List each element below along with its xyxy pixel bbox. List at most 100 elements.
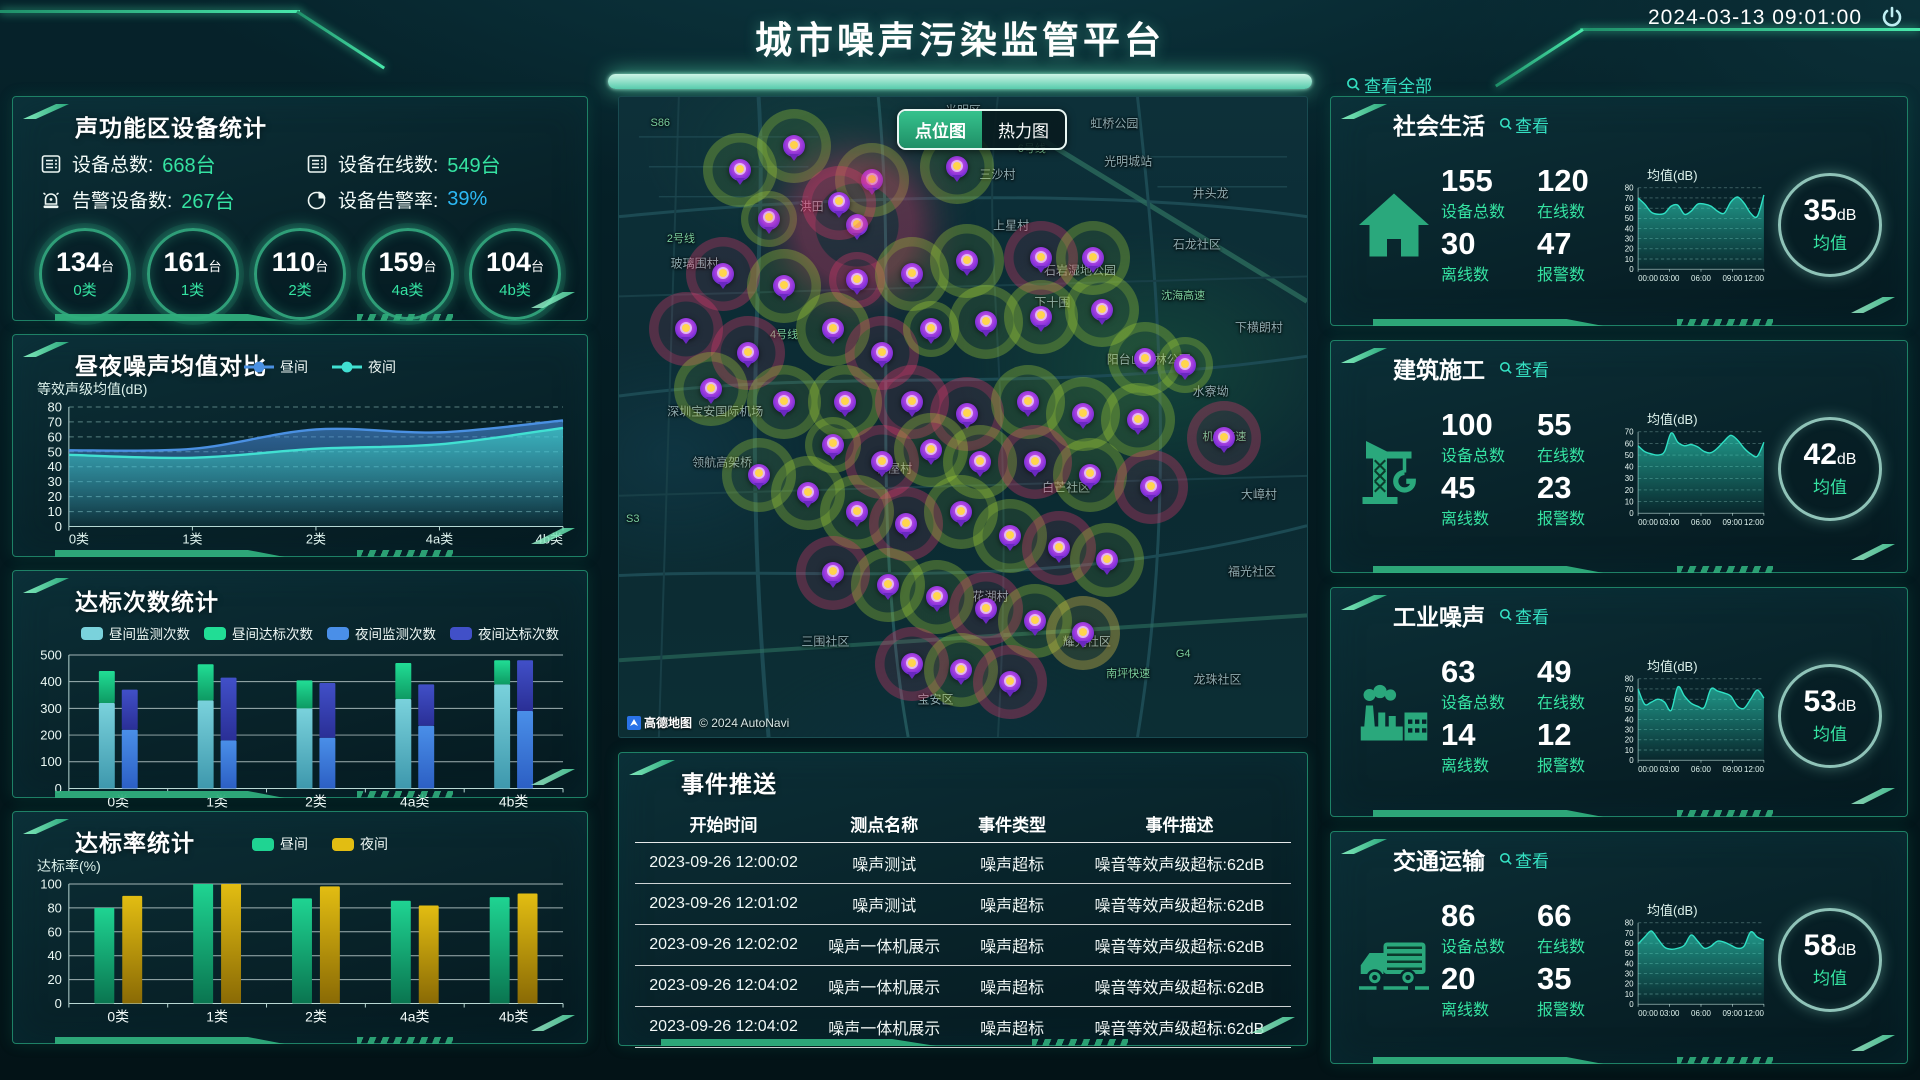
- svg-text:10: 10: [1625, 746, 1634, 755]
- svg-text:03:00: 03:00: [1660, 766, 1680, 775]
- y-axis-label: 均值(dB): [1647, 900, 1769, 919]
- y-axis-label: 等效声级均值(dB): [37, 379, 571, 399]
- view-link[interactable]: 查看: [1499, 112, 1549, 137]
- legend-item[interactable]: 昼间监测次数: [81, 623, 190, 643]
- title-glow-strip: [608, 74, 1312, 89]
- device-icon: [305, 152, 329, 176]
- event-cell: 噪音等效声级超标:62dB: [1068, 892, 1291, 916]
- map-place-label: S86: [650, 117, 670, 129]
- city-map[interactable]: 光明区虹桥公园光明城站井头龙三沙村S86上星村洪田石龙社区石岩湿地公园玻璃围村2…: [618, 96, 1308, 738]
- svg-text:12:00: 12:00: [1744, 766, 1764, 775]
- map-pin-icon: [797, 482, 819, 504]
- map-copyright: © 2024 AutoNavi: [699, 716, 789, 730]
- view-all-link[interactable]: 查看全部: [1346, 72, 1432, 97]
- event-row: 2023-09-26 12:02:02噪声一体机展示噪声超标噪音等效声级超标:6…: [635, 925, 1291, 966]
- legend-label: 昼间达标次数: [232, 623, 313, 643]
- power-icon[interactable]: [1880, 5, 1904, 34]
- legend-item[interactable]: 夜间监测次数: [327, 623, 436, 643]
- noise-monitor-marker[interactable]: [802, 166, 876, 240]
- map-mode-button[interactable]: 热力图: [982, 111, 1065, 148]
- legend-item[interactable]: 夜间: [332, 834, 388, 854]
- noise-monitor-marker[interactable]: [741, 191, 797, 247]
- event-cell: 噪声超标: [956, 851, 1068, 875]
- svg-text:60: 60: [1625, 695, 1634, 704]
- noise-monitor-marker[interactable]: [973, 645, 1047, 719]
- noise-monitor-marker[interactable]: [1157, 337, 1213, 393]
- noise-monitor-marker[interactable]: [1070, 523, 1144, 597]
- legend-item[interactable]: 昼间达标次数: [204, 623, 313, 643]
- svg-text:80: 80: [1625, 919, 1634, 928]
- svg-text:10: 10: [1625, 990, 1634, 999]
- event-cell: 噪声超标: [956, 1015, 1068, 1039]
- map-pin-icon: [773, 275, 795, 297]
- total-count: 100: [1441, 409, 1523, 442]
- online-count: 55: [1537, 409, 1619, 442]
- event-cell: 噪声一体机展示: [812, 974, 956, 998]
- legend-item[interactable]: 夜间达标次数: [450, 623, 559, 643]
- industry-panel: 工业噪声 查看 63设备总数 49在线数 14离线数 12报警数 均值(dB): [1330, 587, 1908, 817]
- average-label: 均值: [1813, 720, 1847, 745]
- legend-swatch: [204, 627, 226, 640]
- svg-text:20: 20: [1625, 980, 1634, 989]
- panel-stats: 100设备总数 55在线数 45离线数 23报警数: [1441, 409, 1619, 528]
- svg-text:500: 500: [40, 647, 62, 662]
- svg-text:100: 100: [40, 754, 62, 769]
- map-pin-icon: [946, 156, 968, 178]
- view-link[interactable]: 查看: [1499, 356, 1549, 381]
- svg-text:2类: 2类: [306, 531, 326, 546]
- map-pin-icon: [846, 269, 868, 291]
- svg-text:60: 60: [47, 924, 61, 939]
- svg-text:30: 30: [1625, 235, 1634, 244]
- svg-text:4a类: 4a类: [426, 531, 453, 546]
- svg-text:50: 50: [1625, 214, 1634, 223]
- view-link[interactable]: 查看: [1499, 847, 1549, 872]
- mini-area-chart: 0102030405060708000:0003:0006:0009:0012:…: [1619, 919, 1769, 1019]
- left-column: 声功能区设备统计 设备总数:668台设备在线数:549台告警设备数:267台设备…: [12, 96, 588, 1078]
- map-pin-icon: [950, 659, 972, 681]
- noise-monitor-marker[interactable]: [1187, 401, 1261, 475]
- alarm-count: 12: [1537, 719, 1619, 752]
- event-cell: 噪声超标: [956, 974, 1068, 998]
- event-row: 2023-09-26 12:01:02噪声测试噪声超标噪音等效声级超标:62dB: [635, 884, 1291, 925]
- dec-hatch-decoration: [1677, 1057, 1773, 1064]
- stat-row: 设备告警率:39%: [305, 185, 571, 214]
- map-pin-icon: [975, 598, 997, 620]
- svg-text:20: 20: [1625, 486, 1634, 495]
- noise-monitor-marker[interactable]: [1114, 450, 1188, 524]
- header-line-right-diagonal: [1495, 28, 1584, 87]
- legend-item[interactable]: 昼间: [252, 834, 308, 854]
- y-axis-label: 均值(dB): [1647, 165, 1769, 184]
- map-mode-toggle: 点位图热力图: [897, 109, 1067, 150]
- svg-text:09:00: 09:00: [1723, 1010, 1743, 1019]
- event-cell: 噪声超标: [956, 933, 1068, 957]
- event-row: 2023-09-26 12:04:02噪声一体机展示噪声超标噪音等效声级超标:6…: [635, 966, 1291, 1007]
- map-place-label: 石龙社区: [1173, 236, 1221, 253]
- view-link[interactable]: 查看: [1499, 603, 1549, 628]
- counts-legend: 昼间监测次数 昼间达标次数夜间监测次数夜间达标次数: [69, 623, 571, 643]
- noise-monitor-marker[interactable]: [1046, 596, 1120, 670]
- panel-title: 工业噪声: [1393, 598, 1485, 632]
- svg-text:03:00: 03:00: [1660, 1010, 1680, 1019]
- noise-monitor-marker[interactable]: [674, 352, 748, 426]
- panel-title: 达标次数统计: [75, 583, 571, 617]
- map-pin-icon: [1082, 247, 1104, 269]
- map-pin-icon: [822, 562, 844, 584]
- svg-text:50: 50: [48, 444, 62, 459]
- svg-text:300: 300: [40, 701, 62, 716]
- map-pin-icon: [926, 586, 948, 608]
- alarm-count: 23: [1537, 472, 1619, 505]
- svg-text:0: 0: [55, 519, 62, 534]
- legend-item[interactable]: 昼间: [244, 357, 308, 377]
- dec-b-decoration: [55, 1037, 285, 1044]
- dec-hatch-decoration: [1677, 566, 1773, 573]
- map-mode-button[interactable]: 点位图: [899, 111, 982, 148]
- average-unit: dB: [1837, 451, 1857, 468]
- svg-text:0类: 0类: [69, 531, 89, 546]
- map-pin-icon: [1024, 451, 1046, 473]
- dec-hatch-decoration: [1677, 810, 1773, 817]
- svg-text:80: 80: [48, 399, 62, 414]
- legend-label: 昼间: [280, 834, 308, 854]
- legend-item[interactable]: 夜间: [332, 357, 396, 377]
- amap-logo-text: 高德地图: [644, 714, 692, 731]
- event-cell: 噪声测试: [812, 892, 956, 916]
